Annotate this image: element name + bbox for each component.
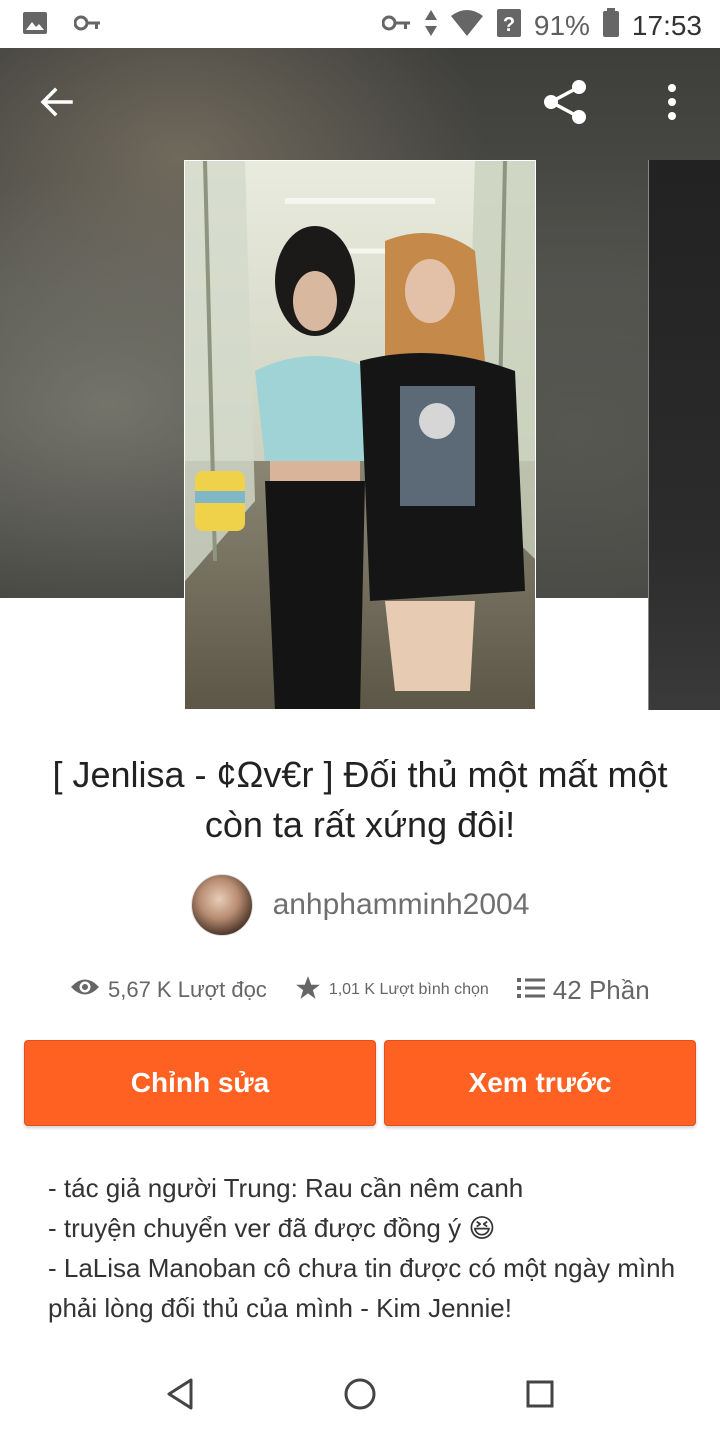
reads-count: 5,67 K Lượt đọc xyxy=(108,977,267,1002)
share-icon xyxy=(541,77,591,132)
wifi-icon xyxy=(450,9,484,42)
description-line: - LaLisa Manoban cô chưa tin được có một… xyxy=(48,1253,676,1323)
status-bar: ? 91% 17:53 xyxy=(0,0,720,48)
back-arrow-icon xyxy=(38,84,74,125)
nav-back-button[interactable] xyxy=(156,1372,204,1420)
author-avatar[interactable] xyxy=(190,874,253,936)
svg-text:?: ? xyxy=(503,14,515,36)
more-options-button[interactable] xyxy=(648,80,696,128)
system-nav-bar xyxy=(0,1352,720,1440)
share-button[interactable] xyxy=(542,79,590,128)
nav-back-icon xyxy=(165,1377,195,1416)
story-title: [ Jenlisa - ¢Ωv€r ] Đối thủ một mất một … xyxy=(52,754,668,845)
story-stats: 5,67 K Lượt đọc 1,01 K Lượt bình chọn 42… xyxy=(70,968,690,1012)
story-description: - tác giả người Trung: Rau cần nêm canh … xyxy=(48,1168,678,1328)
parts-count[interactable]: 42 Phần xyxy=(553,975,650,1006)
nav-home-button[interactable] xyxy=(336,1372,384,1420)
data-arrows-icon xyxy=(424,9,438,42)
story-cover-image[interactable] xyxy=(184,160,536,710)
more-vertical-icon xyxy=(666,82,678,127)
key-icon xyxy=(73,14,102,37)
author-row[interactable]: anhphamminh2004 xyxy=(0,874,720,936)
list-icon xyxy=(516,975,545,1006)
clock: 17:53 xyxy=(631,9,702,41)
star-icon xyxy=(295,975,321,1006)
author-name[interactable]: anhphamminh2004 xyxy=(273,888,530,922)
key-icon xyxy=(381,14,412,37)
edit-button[interactable]: Chỉnh sửa xyxy=(24,1040,376,1126)
battery-percent: 91% xyxy=(533,9,590,41)
description-line: - truyện chuyển ver đã được đồng ý 😆 xyxy=(48,1213,496,1243)
votes-stat: 1,01 K Lượt bình chọn xyxy=(295,975,489,1006)
reads-stat: 5,67 K Lượt đọc xyxy=(70,976,267,1004)
preview-button[interactable]: Xem trước xyxy=(384,1040,696,1126)
battery-icon xyxy=(602,8,620,43)
nav-home-icon xyxy=(343,1377,377,1416)
nav-recents-button[interactable] xyxy=(516,1372,564,1420)
votes-count: 1,01 K Lượt bình chọn xyxy=(328,981,489,998)
back-button[interactable] xyxy=(32,80,80,128)
description-line: - tác giả người Trung: Rau cần nêm canh xyxy=(48,1173,524,1203)
eye-icon xyxy=(70,976,100,1004)
signal-unknown-icon: ? xyxy=(496,8,522,43)
parts-stat[interactable]: 42 Phần xyxy=(516,975,650,1006)
image-icon xyxy=(22,10,48,41)
nav-recents-icon xyxy=(525,1379,555,1414)
next-story-cover[interactable] xyxy=(648,160,720,710)
